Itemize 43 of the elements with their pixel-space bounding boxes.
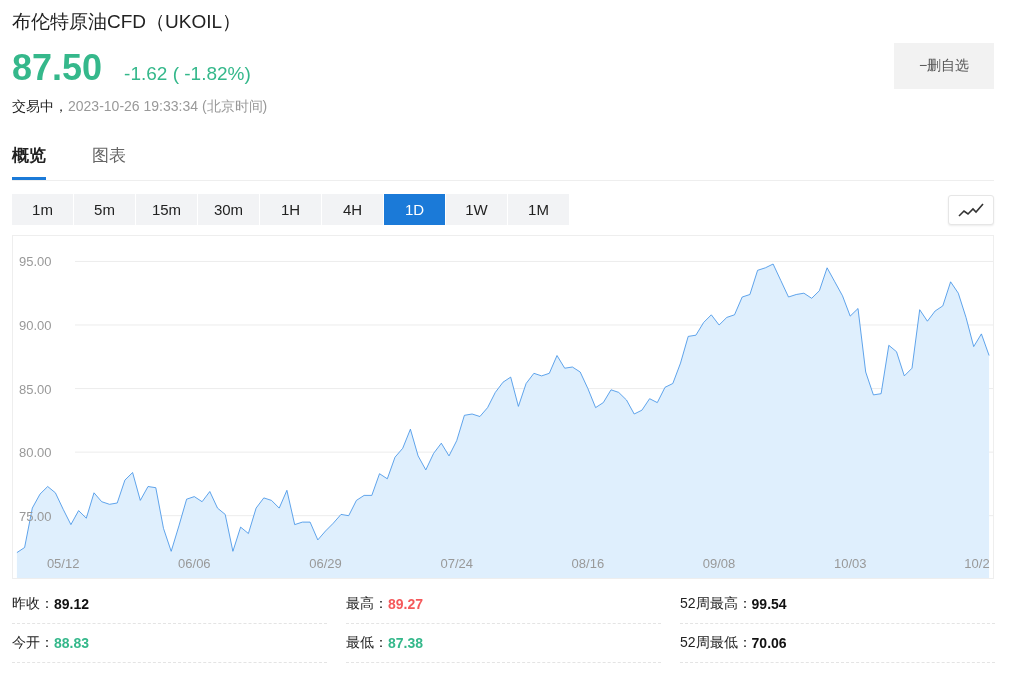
trading-status: 交易中， bbox=[12, 98, 68, 114]
x-axis-label: 05/12 bbox=[46, 556, 80, 571]
stat-label: 今开： bbox=[12, 634, 54, 652]
remove-watchlist-button[interactable]: −删自选 bbox=[894, 43, 994, 89]
price-change: -1.62 ( -1.82%) bbox=[124, 63, 251, 85]
stat-label: 最低： bbox=[346, 634, 388, 652]
stat-value: 88.83 bbox=[54, 635, 90, 651]
y-axis-label: 80.00 bbox=[19, 445, 52, 461]
timestamp: 2023-10-26 19:33:34 (北京时间) bbox=[68, 98, 268, 114]
y-axis-label: 95.00 bbox=[19, 254, 52, 270]
stat-label: 最高： bbox=[346, 595, 388, 613]
tab[interactable]: 概览 bbox=[12, 144, 46, 180]
x-axis-label: 06/06 bbox=[178, 556, 211, 571]
x-axis-label: 10/03 bbox=[833, 556, 867, 571]
chart-type-button[interactable] bbox=[948, 194, 994, 225]
interval-button[interactable]: 5m bbox=[74, 194, 135, 225]
stat-value: 89.27 bbox=[388, 596, 424, 612]
tab[interactable]: 图表 bbox=[92, 144, 126, 180]
stat-label: 52周最高： bbox=[680, 595, 752, 613]
price: 87.50 bbox=[12, 46, 103, 90]
stat-value: 89.12 bbox=[54, 596, 90, 612]
interval-button[interactable]: 30m bbox=[198, 194, 259, 225]
interval-button[interactable]: 1H bbox=[260, 194, 321, 225]
stat-label: 昨收： bbox=[12, 595, 54, 613]
stat-label: 52周最低： bbox=[680, 634, 752, 652]
x-axis-label: 09/08 bbox=[702, 556, 736, 571]
x-axis-label: 10/2 bbox=[964, 556, 990, 571]
y-axis-label: 85.00 bbox=[19, 381, 52, 397]
stat-value: 87.38 bbox=[388, 635, 424, 651]
x-axis-label: 08/16 bbox=[571, 556, 605, 571]
y-axis-label: 90.00 bbox=[19, 318, 52, 333]
interval-button[interactable]: 1m bbox=[12, 194, 73, 225]
interval-button[interactable]: 4H bbox=[322, 194, 383, 225]
interval-button[interactable]: 1W bbox=[446, 194, 507, 225]
instrument-title: 布伦特原油CFD（UKOIL） bbox=[12, 10, 243, 34]
interval-button[interactable]: 1M bbox=[508, 194, 569, 225]
x-axis-label: 06/29 bbox=[309, 556, 342, 571]
interval-button[interactable]: 15m bbox=[136, 194, 197, 225]
stat-value: 70.06 bbox=[751, 635, 787, 651]
line-chart-icon bbox=[958, 201, 984, 218]
stat-value: 99.54 bbox=[751, 596, 787, 612]
interval-button[interactable]: 1D bbox=[384, 194, 445, 225]
x-axis-label: 07/24 bbox=[440, 556, 473, 571]
